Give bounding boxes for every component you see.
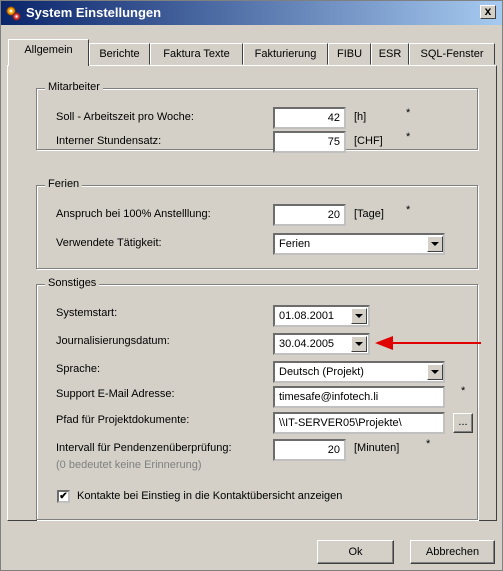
systemstart-dropdown-icon[interactable] <box>351 308 367 324</box>
cancel-button[interactable]: Abbrechen <box>410 540 495 564</box>
tab-faktura-texte[interactable]: Faktura Texte <box>150 43 243 65</box>
ok-button[interactable]: Ok <box>317 540 394 564</box>
support-email-label: Support E-Mail Adresse: <box>56 388 175 400</box>
group-ferien <box>36 185 478 269</box>
projektpfad-input[interactable]: \\IT-SERVER05\Projekte\ <box>273 412 445 434</box>
red-arrow-annotation <box>375 336 481 350</box>
required-marker: * <box>426 438 431 450</box>
journal-dropdown-icon[interactable] <box>351 336 367 352</box>
sprache-dropdown-icon[interactable] <box>427 364 443 380</box>
sprache-label: Sprache: <box>56 363 101 375</box>
group-sonstiges-legend: Sonstiges <box>45 277 100 289</box>
intervall-hint: (0 bedeutet keine Erinnerung) <box>56 459 202 471</box>
intervall-input[interactable]: 20 <box>273 439 346 461</box>
tab-berichte[interactable]: Berichte <box>89 43 150 65</box>
intervall-unit: [Minuten] <box>354 442 400 454</box>
ferien-anspruch-label: Anspruch bei 100% Anstelllung: <box>56 208 211 220</box>
tab-allgemein[interactable]: Allgemein <box>8 39 89 66</box>
journal-label: Journalisierungsdatum: <box>56 335 170 347</box>
ferien-anspruch-unit: [Tage] <box>354 208 384 220</box>
kontakte-checkbox[interactable]: ✔ <box>57 490 70 503</box>
required-marker: * <box>461 385 466 397</box>
soll-arbeitszeit-label: Soll - Arbeitszeit pro Woche: <box>56 111 194 123</box>
close-button[interactable]: x <box>480 5 496 19</box>
tab-fibu[interactable]: FIBU <box>328 43 371 65</box>
tab-esr[interactable]: ESR <box>371 43 409 65</box>
projektpfad-label: Pfad für Projektdokumente: <box>56 414 190 426</box>
sprache-select[interactable]: Deutsch (Projekt) <box>273 361 445 383</box>
tab-sql-fenster[interactable]: SQL-Fenster <box>409 43 495 65</box>
intervall-label: Intervall für Pendenzenüberprüfung: <box>56 442 232 454</box>
stundensatz-label: Interner Stundensatz: <box>56 135 162 147</box>
required-marker: * <box>406 131 411 143</box>
required-marker: * <box>406 204 411 216</box>
app-gears-icon <box>6 6 21 21</box>
kontakte-checkbox-label[interactable]: Kontakte bei Einstieg in die Kontaktüber… <box>77 490 342 502</box>
soll-arbeitszeit-input[interactable]: 42 <box>273 107 346 129</box>
group-ferien-legend: Ferien <box>45 178 83 190</box>
taetigkeit-label: Verwendete Tätigkeit: <box>56 237 162 249</box>
soll-arbeitszeit-unit: [h] <box>354 111 367 123</box>
support-email-input[interactable]: timesafe@infotech.li <box>273 386 445 408</box>
systemstart-label: Systemstart: <box>56 307 118 319</box>
browse-button[interactable]: ... <box>453 413 473 433</box>
ferien-anspruch-input[interactable]: 20 <box>273 204 346 226</box>
tab-fakturierung[interactable]: Fakturierung <box>243 43 328 65</box>
title-bar[interactable]: System Einstellungen x <box>1 1 502 25</box>
stundensatz-unit: [CHF] <box>354 135 383 147</box>
taetigkeit-select[interactable]: Ferien <box>273 233 445 255</box>
taetigkeit-dropdown-icon[interactable] <box>427 236 443 252</box>
required-marker: * <box>406 107 411 119</box>
settings-dialog: System Einstellungen x Allgemein Bericht… <box>0 0 503 571</box>
group-mitarbeiter-legend: Mitarbeiter <box>45 81 103 93</box>
stundensatz-input[interactable]: 75 <box>273 131 346 153</box>
window-title: System Einstellungen <box>26 5 162 20</box>
